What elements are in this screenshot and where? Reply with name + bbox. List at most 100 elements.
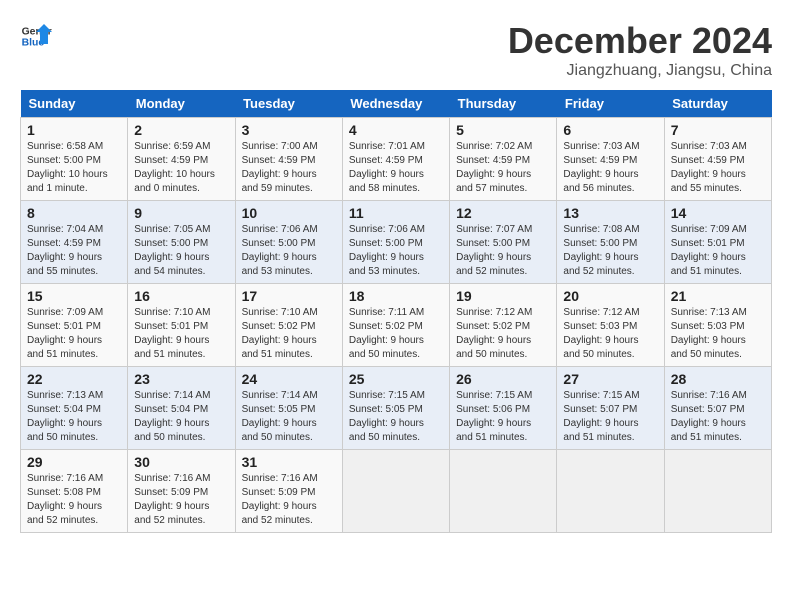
day-number: 9 xyxy=(134,205,228,221)
day-number: 10 xyxy=(242,205,336,221)
calendar-cell: 4 Sunrise: 7:01 AMSunset: 4:59 PMDayligh… xyxy=(342,118,449,201)
calendar-cell: 30 Sunrise: 7:16 AMSunset: 5:09 PMDaylig… xyxy=(128,450,235,533)
day-info: Sunrise: 7:01 AMSunset: 4:59 PMDaylight:… xyxy=(349,141,425,194)
weekday-header-tuesday: Tuesday xyxy=(235,90,342,118)
calendar-cell: 19 Sunrise: 7:12 AMSunset: 5:02 PMDaylig… xyxy=(450,284,557,367)
day-info: Sunrise: 7:05 AMSunset: 5:00 PMDaylight:… xyxy=(134,224,210,277)
day-info: Sunrise: 7:06 AMSunset: 5:00 PMDaylight:… xyxy=(242,224,318,277)
day-number: 22 xyxy=(27,371,121,387)
day-number: 18 xyxy=(349,288,443,304)
day-number: 25 xyxy=(349,371,443,387)
calendar-cell: 20 Sunrise: 7:12 AMSunset: 5:03 PMDaylig… xyxy=(557,284,664,367)
day-info: Sunrise: 7:16 AMSunset: 5:08 PMDaylight:… xyxy=(27,473,103,526)
week-row-5: 29 Sunrise: 7:16 AMSunset: 5:08 PMDaylig… xyxy=(21,450,772,533)
week-row-1: 1 Sunrise: 6:58 AMSunset: 5:00 PMDayligh… xyxy=(21,118,772,201)
calendar-cell: 25 Sunrise: 7:15 AMSunset: 5:05 PMDaylig… xyxy=(342,367,449,450)
calendar-cell: 23 Sunrise: 7:14 AMSunset: 5:04 PMDaylig… xyxy=(128,367,235,450)
day-info: Sunrise: 7:03 AMSunset: 4:59 PMDaylight:… xyxy=(671,141,747,194)
calendar-cell: 2 Sunrise: 6:59 AMSunset: 4:59 PMDayligh… xyxy=(128,118,235,201)
day-number: 16 xyxy=(134,288,228,304)
day-info: Sunrise: 7:16 AMSunset: 5:07 PMDaylight:… xyxy=(671,390,747,443)
day-number: 27 xyxy=(563,371,657,387)
day-number: 1 xyxy=(27,122,121,138)
calendar-cell: 26 Sunrise: 7:15 AMSunset: 5:06 PMDaylig… xyxy=(450,367,557,450)
day-info: Sunrise: 7:16 AMSunset: 5:09 PMDaylight:… xyxy=(134,473,210,526)
day-info: Sunrise: 7:07 AMSunset: 5:00 PMDaylight:… xyxy=(456,224,532,277)
day-info: Sunrise: 7:00 AMSunset: 4:59 PMDaylight:… xyxy=(242,141,318,194)
day-number: 28 xyxy=(671,371,765,387)
title-area: December 2024 Jiangzhuang, Jiangsu, Chin… xyxy=(508,20,772,80)
day-info: Sunrise: 7:06 AMSunset: 5:00 PMDaylight:… xyxy=(349,224,425,277)
day-info: Sunrise: 7:15 AMSunset: 5:07 PMDaylight:… xyxy=(563,390,639,443)
day-number: 8 xyxy=(27,205,121,221)
calendar-cell: 21 Sunrise: 7:13 AMSunset: 5:03 PMDaylig… xyxy=(664,284,771,367)
day-number: 24 xyxy=(242,371,336,387)
weekday-header-thursday: Thursday xyxy=(450,90,557,118)
day-info: Sunrise: 7:09 AMSunset: 5:01 PMDaylight:… xyxy=(27,307,103,360)
day-info: Sunrise: 7:11 AMSunset: 5:02 PMDaylight:… xyxy=(349,307,424,360)
weekday-header-monday: Monday xyxy=(128,90,235,118)
weekday-header-saturday: Saturday xyxy=(664,90,771,118)
calendar-table: SundayMondayTuesdayWednesdayThursdayFrid… xyxy=(20,90,772,533)
weekday-header-wednesday: Wednesday xyxy=(342,90,449,118)
calendar-cell: 5 Sunrise: 7:02 AMSunset: 4:59 PMDayligh… xyxy=(450,118,557,201)
day-info: Sunrise: 7:10 AMSunset: 5:01 PMDaylight:… xyxy=(134,307,210,360)
day-info: Sunrise: 7:08 AMSunset: 5:00 PMDaylight:… xyxy=(563,224,639,277)
day-info: Sunrise: 7:10 AMSunset: 5:02 PMDaylight:… xyxy=(242,307,318,360)
calendar-cell xyxy=(557,450,664,533)
calendar-cell: 24 Sunrise: 7:14 AMSunset: 5:05 PMDaylig… xyxy=(235,367,342,450)
day-number: 13 xyxy=(563,205,657,221)
calendar-cell: 3 Sunrise: 7:00 AMSunset: 4:59 PMDayligh… xyxy=(235,118,342,201)
calendar-body: 1 Sunrise: 6:58 AMSunset: 5:00 PMDayligh… xyxy=(21,118,772,533)
day-info: Sunrise: 7:09 AMSunset: 5:01 PMDaylight:… xyxy=(671,224,747,277)
weekday-header-friday: Friday xyxy=(557,90,664,118)
day-info: Sunrise: 7:15 AMSunset: 5:06 PMDaylight:… xyxy=(456,390,532,443)
calendar-cell: 7 Sunrise: 7:03 AMSunset: 4:59 PMDayligh… xyxy=(664,118,771,201)
calendar-cell xyxy=(450,450,557,533)
calendar-cell: 1 Sunrise: 6:58 AMSunset: 5:00 PMDayligh… xyxy=(21,118,128,201)
day-number: 19 xyxy=(456,288,550,304)
week-row-3: 15 Sunrise: 7:09 AMSunset: 5:01 PMDaylig… xyxy=(21,284,772,367)
day-info: Sunrise: 7:13 AMSunset: 5:03 PMDaylight:… xyxy=(671,307,747,360)
calendar-cell xyxy=(664,450,771,533)
day-number: 23 xyxy=(134,371,228,387)
day-info: Sunrise: 7:14 AMSunset: 5:04 PMDaylight:… xyxy=(134,390,210,443)
calendar-cell: 18 Sunrise: 7:11 AMSunset: 5:02 PMDaylig… xyxy=(342,284,449,367)
day-info: Sunrise: 7:14 AMSunset: 5:05 PMDaylight:… xyxy=(242,390,318,443)
calendar-cell: 22 Sunrise: 7:13 AMSunset: 5:04 PMDaylig… xyxy=(21,367,128,450)
day-number: 4 xyxy=(349,122,443,138)
calendar-cell: 8 Sunrise: 7:04 AMSunset: 4:59 PMDayligh… xyxy=(21,201,128,284)
day-info: Sunrise: 7:02 AMSunset: 4:59 PMDaylight:… xyxy=(456,141,532,194)
week-row-2: 8 Sunrise: 7:04 AMSunset: 4:59 PMDayligh… xyxy=(21,201,772,284)
day-number: 5 xyxy=(456,122,550,138)
day-number: 15 xyxy=(27,288,121,304)
day-info: Sunrise: 7:12 AMSunset: 5:03 PMDaylight:… xyxy=(563,307,639,360)
day-number: 30 xyxy=(134,454,228,470)
location: Jiangzhuang, Jiangsu, China xyxy=(508,62,772,80)
day-info: Sunrise: 6:59 AMSunset: 4:59 PMDaylight:… xyxy=(134,141,215,194)
day-number: 31 xyxy=(242,454,336,470)
calendar-cell xyxy=(342,450,449,533)
day-number: 21 xyxy=(671,288,765,304)
calendar-cell: 28 Sunrise: 7:16 AMSunset: 5:07 PMDaylig… xyxy=(664,367,771,450)
day-info: Sunrise: 7:04 AMSunset: 4:59 PMDaylight:… xyxy=(27,224,103,277)
weekday-header-sunday: Sunday xyxy=(21,90,128,118)
month-title: December 2024 xyxy=(508,20,772,62)
day-info: Sunrise: 7:13 AMSunset: 5:04 PMDaylight:… xyxy=(27,390,103,443)
weekday-header-row: SundayMondayTuesdayWednesdayThursdayFrid… xyxy=(21,90,772,118)
day-number: 20 xyxy=(563,288,657,304)
logo-icon: General Blue xyxy=(20,20,52,52)
day-info: Sunrise: 7:16 AMSunset: 5:09 PMDaylight:… xyxy=(242,473,318,526)
day-info: Sunrise: 7:03 AMSunset: 4:59 PMDaylight:… xyxy=(563,141,639,194)
day-number: 11 xyxy=(349,205,443,221)
calendar-cell: 14 Sunrise: 7:09 AMSunset: 5:01 PMDaylig… xyxy=(664,201,771,284)
day-number: 12 xyxy=(456,205,550,221)
calendar-cell: 31 Sunrise: 7:16 AMSunset: 5:09 PMDaylig… xyxy=(235,450,342,533)
day-number: 17 xyxy=(242,288,336,304)
calendar-cell: 11 Sunrise: 7:06 AMSunset: 5:00 PMDaylig… xyxy=(342,201,449,284)
day-number: 6 xyxy=(563,122,657,138)
calendar-cell: 17 Sunrise: 7:10 AMSunset: 5:02 PMDaylig… xyxy=(235,284,342,367)
calendar-cell: 12 Sunrise: 7:07 AMSunset: 5:00 PMDaylig… xyxy=(450,201,557,284)
day-number: 3 xyxy=(242,122,336,138)
page-header: General Blue December 2024 Jiangzhuang, … xyxy=(20,20,772,80)
